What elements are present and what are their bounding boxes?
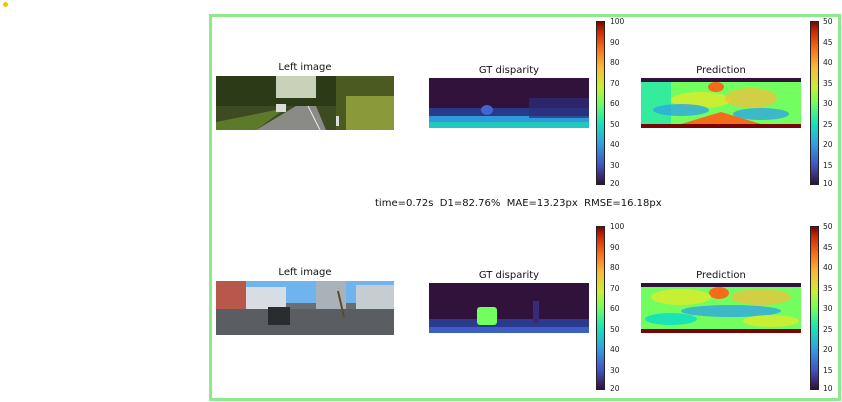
colorbar-tick-label: 60 <box>610 99 620 108</box>
top-gt-colorbar <box>596 21 605 185</box>
bottom-gt-colorbar-ticks: 100 90 80 70 60 50 40 30 20 <box>610 222 630 393</box>
colorbar-tick-label: 35 <box>823 283 833 293</box>
colorbar-tick-label: 45 <box>823 242 833 252</box>
colorbar-tick-label: 50 <box>610 324 620 334</box>
bottom-gt-disparity-title: GT disparity <box>478 270 540 281</box>
colorbar-tick-label: 35 <box>823 78 833 88</box>
colorbar-tick-label: 30 <box>823 304 833 313</box>
bottom-left-image <box>216 281 394 335</box>
colorbar-tick-label: 10 <box>823 384 833 393</box>
bottom-gt-disparity-map <box>429 283 589 333</box>
top-gt-disparity-title: GT disparity <box>478 65 540 76</box>
colorbar-tick-label: 40 <box>610 140 620 149</box>
colorbar-tick-label: 30 <box>610 365 620 375</box>
colorbar-tick-label: 90 <box>610 37 620 47</box>
top-prediction-map <box>641 78 801 128</box>
bottom-pred-colorbar-ticks: 50 45 40 35 30 25 20 15 10 <box>823 222 841 393</box>
colorbar-tick-label: 100 <box>610 222 625 231</box>
top-pred-colorbar <box>810 21 819 185</box>
colorbar-tick-label: 50 <box>823 222 833 231</box>
colorbar-tick-label: 25 <box>823 324 833 334</box>
colorbar-tick-label: 40 <box>610 345 620 354</box>
colorbar-tick-label: 45 <box>823 37 833 47</box>
colorbar-tick-label: 20 <box>823 140 833 149</box>
colorbar-tick-label: 15 <box>823 365 833 375</box>
bottom-pred-colorbar <box>810 226 819 390</box>
bottom-prediction-map <box>641 283 801 333</box>
top-gt-disparity-map <box>429 78 589 128</box>
colorbar-tick-label: 25 <box>823 119 833 129</box>
metrics-summary: time=0.72s D1=82.76% MAE=13.23px RMSE=16… <box>375 198 662 209</box>
top-gt-colorbar-ticks: 100 90 80 70 60 50 40 30 20 <box>610 17 630 188</box>
bottom-left-image-title: Left image <box>278 267 332 278</box>
colorbar-tick-label: 30 <box>610 160 620 170</box>
colorbar-tick-label: 40 <box>823 263 833 272</box>
bottom-prediction-title: Prediction <box>696 270 746 281</box>
colorbar-tick-label: 50 <box>823 17 833 26</box>
colorbar-tick-label: 20 <box>610 179 620 188</box>
top-prediction-title: Prediction <box>696 65 746 76</box>
bottom-gt-colorbar <box>596 226 605 390</box>
colorbar-tick-label: 60 <box>610 304 620 313</box>
status-dot-icon <box>3 2 8 7</box>
colorbar-tick-label: 80 <box>610 263 620 272</box>
colorbar-tick-label: 80 <box>610 58 620 67</box>
colorbar-tick-label: 70 <box>610 283 620 293</box>
colorbar-tick-label: 30 <box>823 99 833 108</box>
colorbar-tick-label: 10 <box>823 179 833 188</box>
colorbar-tick-label: 40 <box>823 58 833 67</box>
top-left-image <box>216 76 394 130</box>
colorbar-tick-label: 90 <box>610 242 620 252</box>
colorbar-tick-label: 70 <box>610 78 620 88</box>
top-left-image-title: Left image <box>278 62 332 73</box>
top-pred-colorbar-ticks: 50 45 40 35 30 25 20 15 10 <box>823 17 841 188</box>
colorbar-tick-label: 20 <box>610 384 620 393</box>
colorbar-tick-label: 15 <box>823 160 833 170</box>
colorbar-tick-label: 50 <box>610 119 620 129</box>
colorbar-tick-label: 20 <box>823 345 833 354</box>
colorbar-tick-label: 100 <box>610 17 625 26</box>
